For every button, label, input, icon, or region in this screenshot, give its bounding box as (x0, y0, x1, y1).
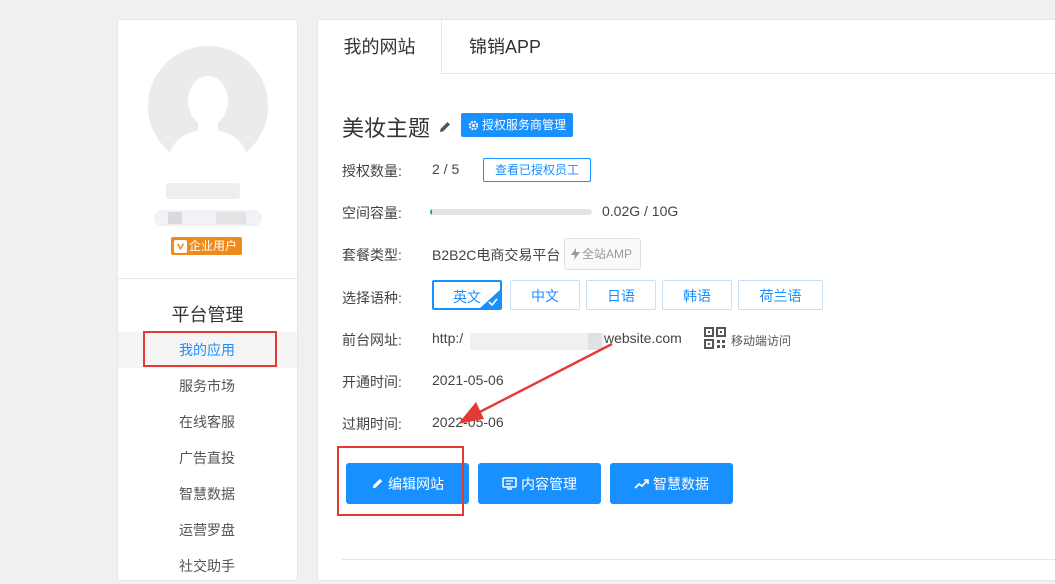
lang-option-dutch[interactable]: 荷兰语 (738, 280, 823, 310)
amp-tag: 全站AMP (564, 238, 642, 270)
qrcode-icon[interactable] (704, 327, 726, 349)
content-management-button[interactable]: 内容管理 (478, 463, 601, 504)
space-label: 空间容量: (342, 205, 402, 221)
expire-time-value: 2022-05-06 (432, 414, 504, 430)
space-progress-fill (430, 209, 433, 215)
mobile-visit-link[interactable]: 移动端访问 (731, 332, 791, 349)
tab-app[interactable]: 锦销APP (442, 20, 568, 73)
plan-value: B2B2C电商交易平台 (432, 247, 561, 263)
enterprise-user-badge: 企业用户 (171, 237, 243, 255)
account-blurred (154, 210, 262, 226)
sidebar-item-ads[interactable]: 广告直投 (118, 440, 297, 476)
language-label: 选择语种: (342, 290, 402, 306)
site-title: 美妆主题 (342, 111, 452, 143)
sidebar-item-service-market[interactable]: 服务市场 (118, 368, 297, 404)
url-label: 前台网址: (342, 332, 402, 348)
sidebar-title: 平台管理 (171, 305, 244, 325)
lang-option-japanese[interactable]: 日语 (586, 280, 656, 310)
monitor-icon (502, 477, 517, 490)
avatar[interactable] (148, 46, 268, 166)
lang-option-label: 英文 (453, 289, 481, 305)
plan-label: 套餐类型: (342, 247, 402, 263)
expire-time-label: 过期时间: (342, 416, 402, 432)
badge-label: 企业用户 (189, 239, 238, 253)
user-silhouette-icon (166, 76, 250, 166)
vip-icon (174, 239, 187, 253)
sidebar-item-online-support[interactable]: 在线客服 (118, 404, 297, 440)
url-prefix[interactable]: http:/ (432, 330, 463, 346)
highlight-box-edit-website (337, 446, 464, 516)
space-value: 0.02G / 10G (602, 203, 679, 219)
check-icon (488, 298, 498, 306)
lang-option-chinese[interactable]: 中文 (510, 280, 580, 310)
sidebar-item-social[interactable]: 社交助手 (118, 548, 297, 584)
open-time-label: 开通时间: (342, 374, 402, 390)
content-management-label: 内容管理 (521, 475, 577, 492)
site-title-text: 美妆主题 (342, 116, 431, 141)
trend-up-icon (634, 478, 649, 489)
username-blurred (166, 183, 240, 199)
smart-data-label: 智慧数据 (653, 475, 709, 492)
sidebar-divider (118, 278, 297, 279)
pencil-icon[interactable] (438, 120, 452, 134)
tab-bar: 我的网站 锦销APP (318, 20, 1055, 74)
sidebar-item-operations[interactable]: 运营罗盘 (118, 512, 297, 548)
open-time-value: 2021-05-06 (432, 372, 504, 388)
sidebar-menu: 我的应用 服务市场 在线客服 广告直投 智慧数据 运营罗盘 社交助手 (118, 332, 297, 584)
auth-provider-label: 授权服务商管理 (482, 118, 567, 132)
url-suffix[interactable]: website.com (604, 330, 682, 346)
lang-option-korean[interactable]: 韩语 (662, 280, 732, 310)
space-progress-bar (430, 209, 592, 215)
auth-count-label: 授权数量: (342, 163, 402, 179)
lightning-icon (571, 248, 580, 260)
sidebar-item-smart-data[interactable]: 智慧数据 (118, 476, 297, 512)
lang-option-english[interactable]: 英文 (432, 280, 502, 310)
url-blurred (470, 333, 604, 350)
section-divider (342, 559, 1055, 560)
auth-count-value: 2 / 5 (432, 161, 460, 177)
tab-my-website[interactable]: 我的网站 (318, 20, 442, 74)
smart-data-button[interactable]: 智慧数据 (610, 463, 733, 504)
sidebar: 企业用户 平台管理 我的应用 服务市场 在线客服 广告直投 智慧数据 运营罗盘 … (117, 19, 298, 581)
auth-provider-button[interactable]: 授权服务商管理 (461, 113, 574, 137)
view-staff-button[interactable]: 查看已授权员工 (483, 158, 592, 182)
amp-tag-label: 全站AMP (582, 247, 633, 261)
highlight-box-my-apps (143, 331, 277, 367)
gear-icon (468, 120, 479, 130)
